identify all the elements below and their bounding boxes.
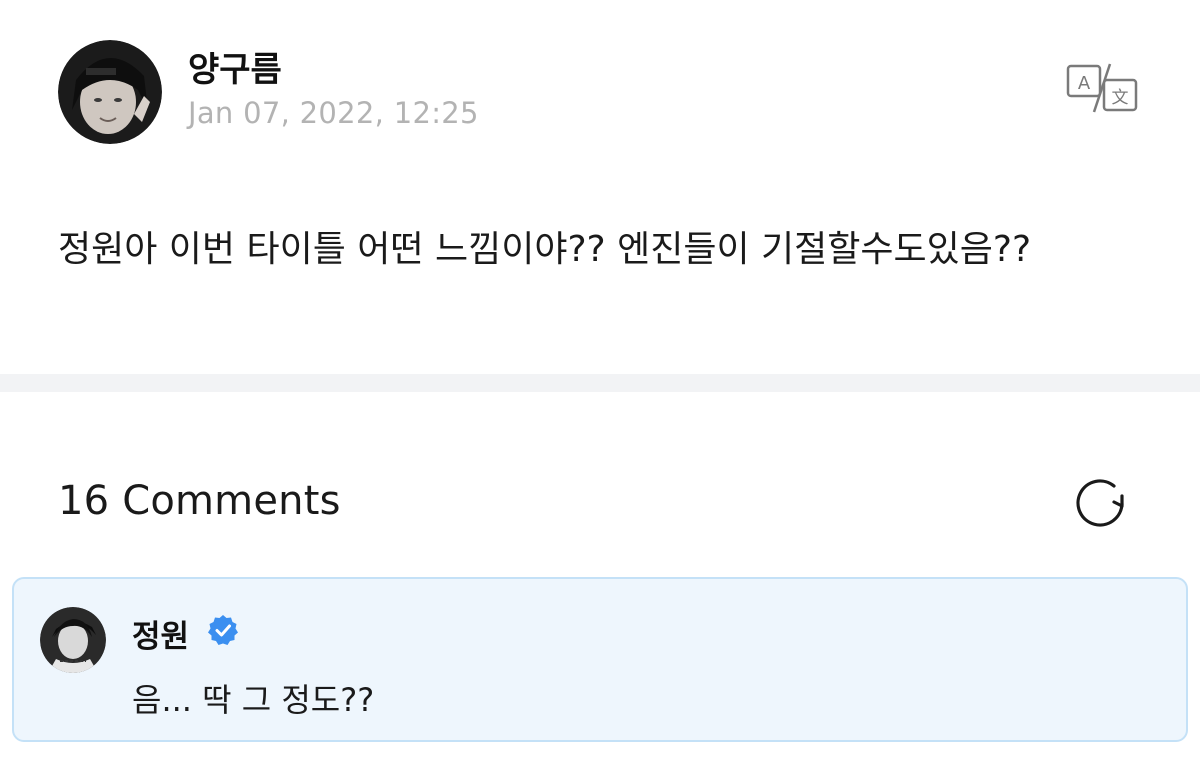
svg-text:文: 文 bbox=[1112, 88, 1129, 108]
post-timestamp: Jan 07, 2022, 12:25 bbox=[188, 96, 479, 130]
section-divider bbox=[0, 374, 1200, 392]
comment-author-name[interactable]: 정원 bbox=[132, 611, 189, 656]
author-name[interactable]: 양구름 bbox=[188, 42, 282, 91]
comments-count: 16 Comments bbox=[58, 478, 341, 524]
comment-text: 음... 딱 그 정도?? bbox=[132, 681, 375, 719]
svg-text:A: A bbox=[1078, 73, 1091, 94]
author-avatar[interactable] bbox=[58, 40, 162, 144]
refresh-icon[interactable] bbox=[1072, 474, 1132, 534]
post-header: 양구름 Jan 07, 2022, 12:25 A 文 bbox=[0, 0, 1200, 180]
comment-author-avatar[interactable] bbox=[40, 607, 106, 673]
highlighted-comment[interactable]: 정원 음... 딱 그 정도?? bbox=[12, 577, 1188, 742]
post-body: 정원아 이번 타이틀 어떤 느낌이야?? 엔진들이 기절할수도있음?? bbox=[58, 229, 1032, 270]
verified-badge-icon bbox=[206, 613, 240, 647]
translate-icon[interactable]: A 文 bbox=[1064, 62, 1140, 114]
